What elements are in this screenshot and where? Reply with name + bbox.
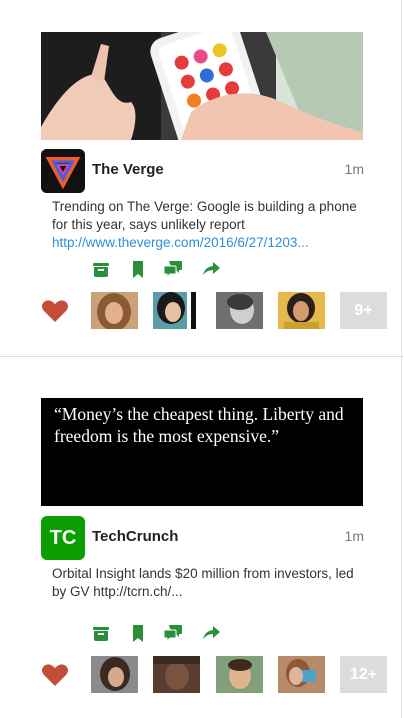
comment-icon[interactable] [162, 622, 184, 644]
timestamp: 1m [344, 528, 364, 544]
feed: The Verge 1m Trending on The Verge: Goog… [0, 0, 404, 718]
avatar[interactable] [153, 292, 200, 329]
share-icon[interactable] [200, 258, 222, 280]
source-name[interactable]: The Verge [92, 161, 164, 178]
avatar[interactable] [153, 656, 200, 693]
inbox-icon[interactable] [90, 622, 112, 644]
social-row: 12+ [41, 655, 401, 695]
avatar[interactable] [278, 656, 325, 693]
avatar[interactable] [216, 656, 263, 693]
quote-image[interactable]: “Money’s the cheapest thing. Liberty and… [41, 398, 363, 506]
article-link[interactable]: http://www.theverge.com/2016/6/27/1203..… [52, 234, 368, 252]
article-summary[interactable]: Trending on The Verge: Google is buildin… [52, 198, 368, 252]
techcrunch-logo[interactable]: TC [41, 516, 85, 560]
verge-logo[interactable] [41, 149, 85, 193]
comment-icon[interactable] [162, 258, 184, 280]
news-card-verge[interactable]: The Verge 1m Trending on The Verge: Goog… [0, 0, 404, 356]
inbox-icon[interactable] [90, 258, 112, 280]
card-header: The Verge 1m [41, 149, 364, 193]
more-avatars-count[interactable]: 9+ [340, 292, 387, 329]
avatar[interactable] [91, 656, 138, 693]
quote-text: “Money’s the cheapest thing. Liberty and… [54, 404, 344, 446]
timestamp: 1m [344, 161, 364, 177]
avatar[interactable] [278, 292, 325, 329]
social-row: 9+ [41, 291, 401, 331]
news-card-techcrunch[interactable]: “Money’s the cheapest thing. Liberty and… [0, 380, 404, 718]
share-icon[interactable] [200, 622, 222, 644]
avatar[interactable] [216, 292, 263, 329]
article-summary[interactable]: Orbital Insight lands $20 million from i… [52, 565, 368, 601]
more-avatars-count[interactable]: 12+ [340, 656, 387, 693]
article-image[interactable] [41, 32, 363, 140]
source-name[interactable]: TechCrunch [92, 528, 178, 545]
avatar[interactable] [91, 292, 138, 329]
summary-text: Trending on The Verge: Google is buildin… [52, 199, 357, 232]
heart-icon[interactable] [41, 663, 69, 687]
card-header: TC TechCrunch 1m [41, 516, 364, 560]
bookmark-icon[interactable] [127, 258, 149, 280]
heart-icon[interactable] [41, 299, 69, 323]
card-divider [0, 356, 404, 357]
logo-text: TC [49, 527, 77, 549]
bookmark-icon[interactable] [127, 622, 149, 644]
